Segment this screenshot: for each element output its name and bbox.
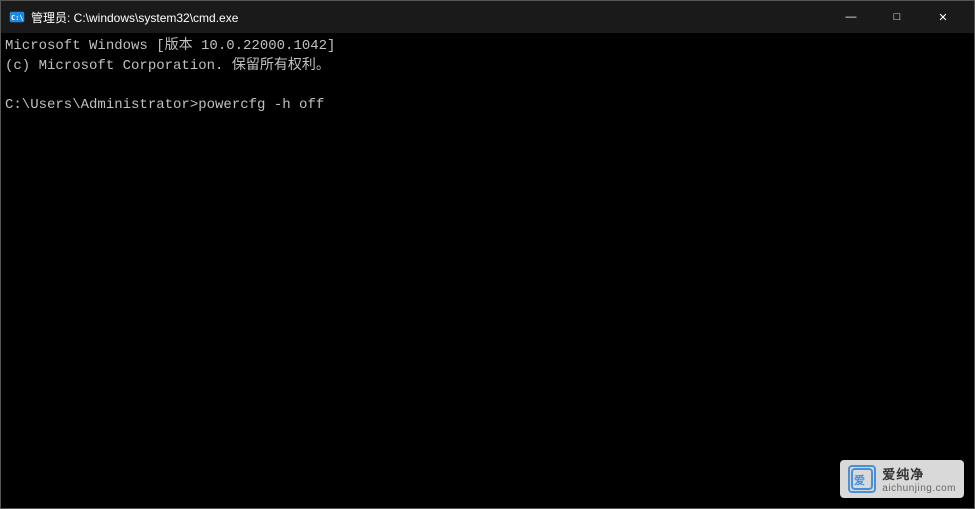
watermark-sub-text: aichunjing.com	[882, 483, 956, 494]
window-title: 管理员: C:\windows\system32\cmd.exe	[31, 9, 828, 26]
watermark-text: 爱纯净 aichunjing.com	[882, 464, 956, 494]
maximize-button[interactable]: □	[874, 1, 920, 33]
svg-text:爱: 爱	[854, 474, 865, 487]
cmd-window: C:\ 管理员: C:\windows\system32\cmd.exe — □…	[0, 0, 975, 509]
window-controls: — □ ✕	[828, 1, 966, 33]
terminal-content: Microsoft Windows [版本 10.0.22000.1042] (…	[5, 37, 970, 115]
watermark: 爱 爱纯净 aichunjing.com	[840, 460, 964, 498]
close-button[interactable]: ✕	[920, 1, 966, 33]
watermark-main-text: 爱纯净	[882, 464, 956, 483]
minimize-button[interactable]: —	[828, 1, 874, 33]
terminal-body[interactable]: Microsoft Windows [版本 10.0.22000.1042] (…	[1, 33, 974, 508]
title-bar: C:\ 管理员: C:\windows\system32\cmd.exe — □…	[1, 1, 974, 33]
watermark-logo: 爱	[848, 465, 876, 493]
svg-text:C:\: C:\	[11, 14, 24, 22]
window-icon: C:\	[9, 9, 25, 25]
